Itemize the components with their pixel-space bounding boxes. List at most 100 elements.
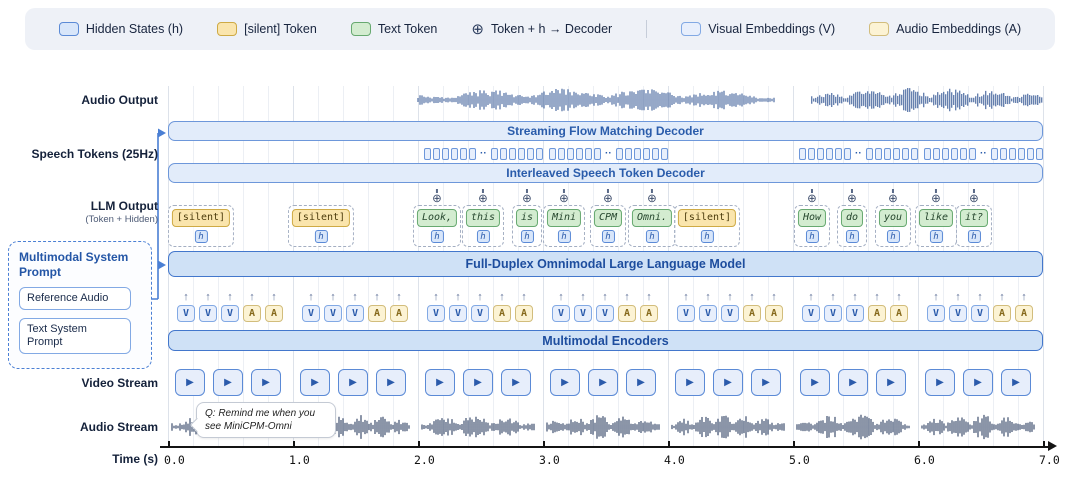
- video-frame: ▶: [675, 369, 705, 396]
- token-text: like: [919, 209, 953, 227]
- speech-token: [960, 148, 967, 160]
- up-arrow-icon: ↑: [227, 292, 233, 304]
- audio-embedding: A: [265, 305, 283, 322]
- embedding-cell: ↑A: [390, 292, 408, 322]
- bar-streaming-flow-matching-decoder: Streaming Flow Matching Decoder: [168, 121, 1043, 141]
- llm-token-silent: ⊕[silent]h: [288, 189, 354, 247]
- play-icon: ▶: [349, 378, 357, 388]
- play-icon: ▶: [849, 378, 857, 388]
- legend-label: Hidden States (h): [86, 22, 183, 36]
- llm-token-text: ⊕doh: [837, 189, 867, 247]
- speech-token: [661, 148, 668, 160]
- embedding-group: ↑V↑V↑V↑A↑A: [552, 292, 658, 322]
- hidden-state: h: [477, 230, 490, 243]
- token-hidden-group: Omni.h: [628, 205, 676, 247]
- embedding-cell: ↑A: [243, 292, 261, 322]
- axis-tick: [918, 441, 920, 448]
- video-frame: ▶: [550, 369, 580, 396]
- speech-token: [844, 148, 851, 160]
- row-label-llm-output-sub: (Token + Hidden): [0, 213, 158, 227]
- speech-token: [1018, 148, 1025, 160]
- token-hidden-group: ish: [512, 205, 542, 247]
- up-arrow-icon: ↑: [646, 292, 652, 304]
- token-hidden-group: [silent] h: [674, 205, 740, 247]
- up-arrow-icon: ↑: [977, 292, 983, 304]
- token-text: it?: [960, 209, 988, 227]
- axis-tick: [543, 441, 545, 448]
- hidden-state: h: [700, 230, 713, 243]
- axis-tick: [1043, 441, 1045, 448]
- speech-token: [969, 148, 976, 160]
- up-arrow-icon: ↑: [896, 292, 902, 304]
- speech-token: [1036, 148, 1043, 160]
- system-prompt-item-text-system-prompt: Text System Prompt: [19, 318, 131, 354]
- axis-tick-label: 5.0: [789, 453, 810, 467]
- visual-embedding: V: [949, 305, 967, 322]
- axis-tick-label: 7.0: [1039, 453, 1060, 467]
- speech-token: [442, 148, 449, 160]
- play-icon: ▶: [474, 378, 482, 388]
- up-arrow-icon: ↑: [874, 292, 880, 304]
- play-icon: ▶: [311, 378, 319, 388]
- video-frame: ▶: [876, 369, 906, 396]
- token-text: [silent]: [678, 209, 736, 227]
- llm-token-text: ⊕likeh: [915, 189, 957, 247]
- audio-embedding: A: [368, 305, 386, 322]
- visual-embedding: V: [552, 305, 570, 322]
- video-frame: ▶: [1001, 369, 1031, 396]
- up-arrow-icon: ↑: [727, 292, 733, 304]
- up-arrow-icon: ↑: [683, 292, 689, 304]
- system-prompt-item-reference-audio: Reference Audio: [19, 287, 131, 310]
- ellipsis: ··: [855, 149, 862, 159]
- audio-embedding: A: [515, 305, 533, 322]
- visual-embedding: V: [449, 305, 467, 322]
- embedding-cell: ↑V: [177, 292, 195, 322]
- token-text: [silent]: [292, 209, 350, 227]
- up-arrow-icon: ↑: [749, 292, 755, 304]
- token-hidden-group: Look,h: [413, 205, 461, 247]
- audio-swatch-icon: [869, 22, 889, 36]
- embedding-cell: ↑A: [1015, 292, 1033, 322]
- plus-decoder-icon: ⊕: [603, 189, 613, 205]
- audio-embedding: A: [868, 305, 886, 322]
- up-arrow-icon: ↑: [183, 292, 189, 304]
- speech-token: [433, 148, 440, 160]
- token-text: How: [798, 209, 826, 227]
- play-icon: ▶: [561, 378, 569, 388]
- up-arrow-icon: ↑: [249, 292, 255, 304]
- up-arrow-icon: ↑: [1021, 292, 1027, 304]
- axis-tick-label: 4.0: [664, 453, 685, 467]
- token-hidden-group: thish: [462, 205, 504, 247]
- legend-item-plus: ⊕Token + h → Decoder: [471, 22, 612, 37]
- embedding-cell: ↑A: [765, 292, 783, 322]
- up-arrow-icon: ↑: [705, 292, 711, 304]
- embedding-cell: ↑V: [949, 292, 967, 322]
- llm-token-text: ⊕it?h: [956, 189, 992, 247]
- legend-label: [silent] Token: [244, 22, 317, 36]
- embedding-cell: ↑A: [993, 292, 1011, 322]
- video-frame: ▶: [963, 369, 993, 396]
- llm-token-silent: ⊕[silent]h: [674, 189, 740, 247]
- embedding-cell: ↑V: [846, 292, 864, 322]
- speech-token: [460, 148, 467, 160]
- text-swatch-icon: [351, 22, 371, 36]
- up-arrow-icon: ↑: [602, 292, 608, 304]
- video-frame: ▶: [751, 369, 781, 396]
- embedding-cell: ↑A: [515, 292, 533, 322]
- embedding-cell: ↑V: [721, 292, 739, 322]
- embedding-cell: ↑A: [640, 292, 658, 322]
- video-frame: ▶: [588, 369, 618, 396]
- llm-token-text: ⊕Howh: [794, 189, 830, 247]
- up-arrow-icon: ↑: [771, 292, 777, 304]
- video-frame: ▶: [251, 369, 281, 396]
- up-arrow-icon: ↑: [558, 292, 564, 304]
- visual-embedding: V: [471, 305, 489, 322]
- speech-token-group: ··: [924, 147, 1043, 160]
- legend-item-silent: [silent] Token: [217, 22, 317, 36]
- ellipsis: ··: [480, 149, 487, 159]
- embedding-cell: ↑V: [927, 292, 945, 322]
- speech-token: [518, 148, 525, 160]
- up-arrow-icon: ↑: [830, 292, 836, 304]
- speech-token: [1027, 148, 1034, 160]
- token-text: Omni.: [632, 209, 672, 227]
